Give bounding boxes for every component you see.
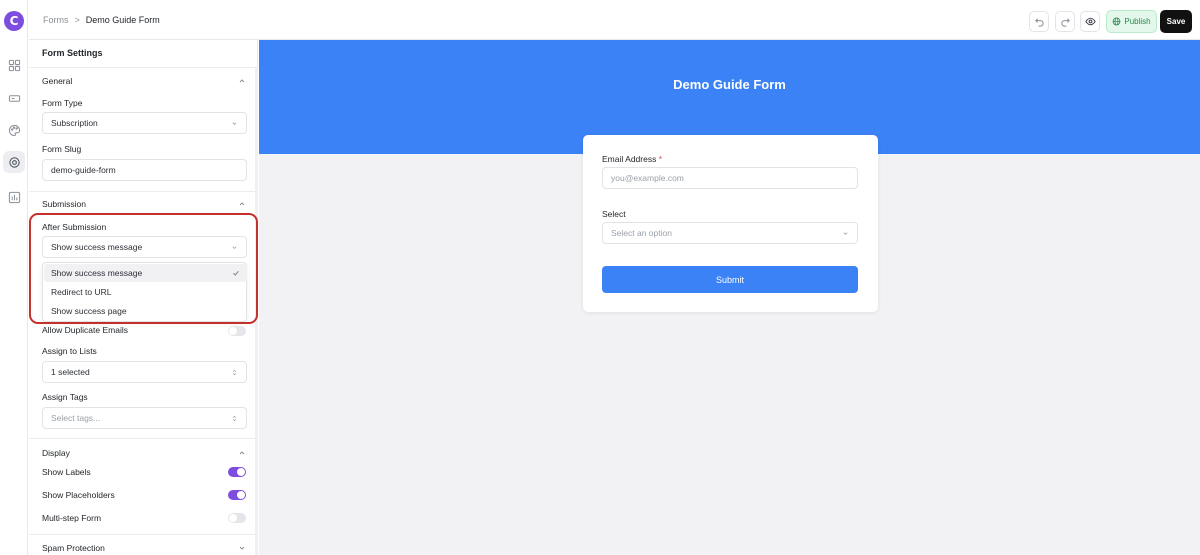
redo-button[interactable] [1055, 11, 1075, 32]
show-placeholders-label: Show Placeholders [42, 490, 115, 500]
submit-button[interactable]: Submit [602, 266, 858, 293]
icon-rail: C [0, 0, 28, 555]
assign-lists-select[interactable]: 1 selected [42, 361, 247, 383]
chevron-up-icon[interactable] [238, 77, 246, 85]
show-labels-toggle[interactable] [228, 467, 246, 477]
section-display-header[interactable]: Display [42, 448, 70, 458]
chevron-up-icon[interactable] [238, 200, 246, 208]
divider [29, 67, 257, 68]
settings-icon[interactable] [3, 151, 25, 173]
form-card: Email Address * you@example.com Select S… [583, 135, 878, 312]
undo-button[interactable] [1029, 11, 1049, 32]
annotation-highlight-box [29, 213, 258, 324]
section-general-header[interactable]: General [42, 76, 72, 86]
select-placeholder: Select an option [611, 228, 672, 238]
form-type-value: Subscription [51, 118, 98, 128]
undo-icon [1034, 18, 1044, 27]
globe-icon [1113, 17, 1121, 26]
input-field-icon[interactable] [3, 87, 25, 109]
preview-button[interactable] [1080, 11, 1100, 32]
breadcrumb-separator: > [74, 15, 80, 25]
chevron-updown-icon [232, 369, 237, 376]
assign-lists-label: Assign to Lists [42, 346, 97, 356]
divider [29, 191, 257, 192]
assign-lists-value: 1 selected [51, 367, 90, 377]
assign-tags-select[interactable]: Select tags... [42, 407, 247, 429]
palette-icon[interactable] [3, 119, 25, 141]
chevron-up-icon[interactable] [238, 449, 246, 457]
form-title: Demo Guide Form [673, 77, 786, 92]
email-label: Email Address * [602, 154, 662, 164]
analytics-icon[interactable] [3, 186, 25, 208]
panel-title: Form Settings [42, 48, 103, 58]
form-slug-input[interactable]: demo-guide-form [42, 159, 247, 181]
show-labels-label: Show Labels [42, 467, 91, 477]
assign-tags-placeholder: Select tags... [51, 413, 101, 423]
divider [29, 438, 257, 439]
breadcrumb-current: Demo Guide Form [85, 15, 160, 25]
chevron-down-icon [843, 232, 848, 235]
option-select[interactable]: Select an option [602, 222, 858, 244]
form-builder-app: C Forms > Demo Guide Form Publish Save F… [0, 0, 1200, 555]
chevron-updown-icon [232, 415, 237, 422]
chevron-down-icon [232, 122, 237, 125]
multistep-label: Multi-step Form [42, 513, 102, 523]
breadcrumb: Forms > Demo Guide Form [43, 15, 160, 25]
form-type-select[interactable]: Subscription [42, 112, 247, 134]
chevron-down-icon[interactable] [238, 544, 246, 552]
save-button[interactable]: Save [1160, 10, 1192, 33]
show-placeholders-toggle[interactable] [228, 490, 246, 500]
publish-button[interactable]: Publish [1106, 10, 1157, 33]
required-marker: * [658, 154, 663, 164]
divider [29, 534, 257, 535]
select-label: Select [602, 209, 626, 219]
email-field[interactable]: you@example.com [602, 167, 858, 189]
allow-duplicate-toggle[interactable] [228, 326, 246, 336]
redo-icon [1060, 18, 1070, 27]
email-label-text: Email Address [602, 154, 657, 164]
email-placeholder: you@example.com [611, 173, 684, 183]
form-slug-label: Form Slug [42, 144, 82, 154]
section-spam-header[interactable]: Spam Protection [42, 543, 105, 553]
assign-tags-label: Assign Tags [42, 392, 88, 402]
section-submission-header[interactable]: Submission [42, 199, 86, 209]
form-slug-value: demo-guide-form [51, 165, 116, 175]
grid-icon[interactable] [3, 54, 25, 76]
publish-label: Publish [1124, 17, 1151, 26]
eye-icon [1084, 17, 1096, 26]
app-logo[interactable]: C [4, 11, 24, 31]
form-preview-canvas: Demo Guide Form Email Address * you@exam… [259, 40, 1200, 555]
multistep-toggle[interactable] [228, 513, 246, 523]
breadcrumb-forms-link[interactable]: Forms [43, 15, 69, 25]
allow-duplicate-label: Allow Duplicate Emails [42, 325, 128, 335]
form-type-label: Form Type [42, 98, 83, 108]
top-bar: Forms > Demo Guide Form [29, 0, 1200, 40]
